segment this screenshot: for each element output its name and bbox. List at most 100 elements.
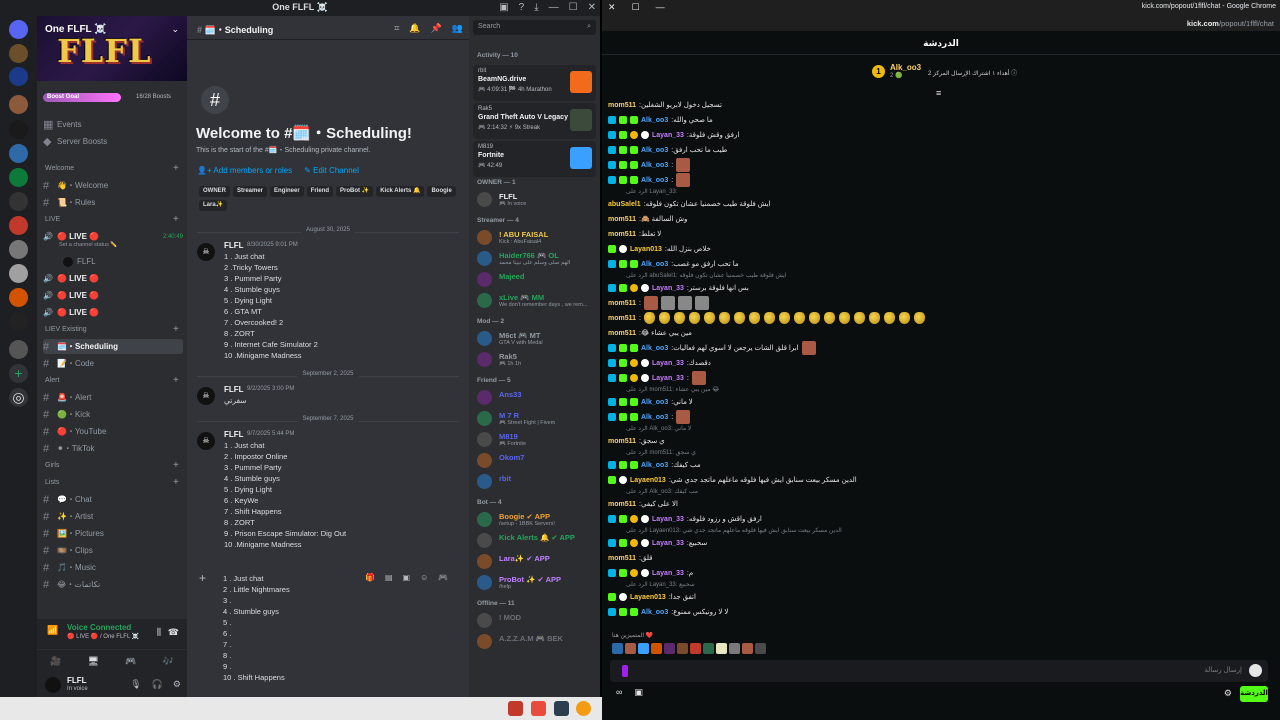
- headphones-icon[interactable]: 🎧: [152, 679, 163, 690]
- chat-username[interactable]: Alk_oo3: [641, 117, 668, 124]
- chat-username[interactable]: Layan_33: [652, 132, 684, 139]
- member-item[interactable]: Okom7: [477, 451, 597, 471]
- server-icon[interactable]: [9, 144, 28, 163]
- server-icon[interactable]: [9, 192, 28, 211]
- category-3[interactable]: LIVE +: [45, 214, 179, 225]
- avatar[interactable]: ☠: [197, 243, 215, 261]
- channel-14[interactable]: # 🟢・Kick: [43, 407, 183, 422]
- supporter-avatar[interactable]: [729, 643, 740, 654]
- member-item[interactable]: Majeed: [477, 270, 597, 290]
- channel-21[interactable]: # 🖼️・Pictures: [43, 526, 183, 541]
- role-tag[interactable]: Lara✨: [199, 200, 228, 211]
- chat-username[interactable]: Layan_33: [652, 360, 684, 367]
- add-channel-icon[interactable]: +: [173, 214, 179, 225]
- chevron-down-icon[interactable]: ⌄: [171, 24, 179, 35]
- chat-username[interactable]: mom511: [608, 300, 636, 307]
- nav-events[interactable]: ▦ Events: [43, 117, 183, 132]
- chat-username[interactable]: mom511: [608, 216, 636, 223]
- channel-16[interactable]: # ⚫・TikTok: [43, 441, 183, 456]
- chat-username[interactable]: Layan013: [630, 246, 662, 253]
- boost-goal[interactable]: Boost Goal 16/28 Boosts: [37, 91, 187, 105]
- server-icon[interactable]: [9, 95, 28, 114]
- maximize-icon[interactable]: ☐: [569, 2, 578, 13]
- supporter-avatar[interactable]: [625, 643, 636, 654]
- disconnect-icon[interactable]: ☎: [168, 627, 179, 638]
- supporter-avatar[interactable]: [638, 643, 649, 654]
- voice-user-5[interactable]: FLFL: [63, 254, 203, 269]
- activity-card[interactable]: rbit BeamNG.drive 🎮 4:09:31 🏁 4h Marathon: [473, 65, 596, 101]
- app-icon[interactable]: [531, 701, 546, 716]
- add-channel-icon[interactable]: +: [173, 163, 179, 174]
- chat-username[interactable]: Alk_oo3: [641, 609, 668, 616]
- member-item[interactable]: xLive 🎮 MM We don't remember days , we re…: [477, 291, 597, 311]
- member-item[interactable]: A.Z.Z.A.M 🎮 BEK: [477, 632, 597, 652]
- channel-19[interactable]: # 💬・Chat: [43, 492, 183, 507]
- chat-username[interactable]: Alk_oo3: [641, 399, 668, 406]
- supporter-avatar[interactable]: [755, 643, 766, 654]
- message-author[interactable]: FLFL: [224, 430, 244, 439]
- voice-channel-6[interactable]: 🔊 🔴 LIVE 🔴: [43, 271, 183, 286]
- channel-11[interactable]: # 📝・Code: [43, 356, 183, 371]
- chat-username[interactable]: mom511: [608, 501, 636, 508]
- server-banner[interactable]: One FLFL ☠️ FLFL ⌄: [37, 16, 187, 81]
- member-item[interactable]: ! MOD: [477, 611, 597, 631]
- channel-2[interactable]: # 📜・Rules: [43, 195, 183, 210]
- supporter-avatar[interactable]: [612, 643, 623, 654]
- search-input[interactable]: Search ⌕: [473, 20, 596, 35]
- voice-channel-8[interactable]: 🔊 🔴 LIVE 🔴: [43, 305, 183, 320]
- close-icon[interactable]: ✕: [608, 2, 616, 13]
- role-tag[interactable]: Engineer: [270, 186, 304, 197]
- role-tag[interactable]: Streamer: [233, 186, 268, 197]
- voice-channel-name[interactable]: 🔴 LIVE 🔴 / One FLFL ☠️: [67, 633, 139, 640]
- address-bar[interactable]: kick.com/popout/1flfl/chat: [602, 16, 1280, 31]
- server-icon[interactable]: [9, 216, 28, 235]
- steam-icon[interactable]: [554, 701, 569, 716]
- member-item[interactable]: Rak5 🎮 1h 1h: [477, 350, 597, 370]
- gift-leaderboard[interactable]: 1 Alk_oo3 2 🟢 أهداء ١ اشتراك الإرسال الم…: [872, 60, 1022, 86]
- chat-username[interactable]: abuSalel1: [608, 201, 641, 208]
- gift-icon[interactable]: ▣: [634, 687, 643, 698]
- channel-24[interactable]: # 😂・نكاتمات: [43, 577, 183, 592]
- bell-icon[interactable]: 🔔: [409, 23, 420, 34]
- supporter-avatar[interactable]: [651, 643, 662, 654]
- chat-username[interactable]: Layan_33: [652, 570, 684, 577]
- server-icon[interactable]: [9, 240, 28, 259]
- emoji-icon[interactable]: ☺: [420, 573, 428, 582]
- server-icon[interactable]: [9, 44, 28, 63]
- supporter-avatar[interactable]: [677, 643, 688, 654]
- chat-username[interactable]: Alk_oo3: [641, 162, 668, 169]
- nav-server-boosts[interactable]: ◆ Server Boosts: [43, 134, 183, 149]
- chat-username[interactable]: Alk_oo3: [641, 177, 668, 184]
- avatar[interactable]: ☠: [197, 432, 215, 450]
- edit-channel-button[interactable]: ✎ Edit Channel: [304, 166, 359, 175]
- member-item[interactable]: M 7 R 🎮 Street Fight | Fivem: [477, 409, 597, 429]
- server-icon[interactable]: [9, 264, 28, 283]
- apps-icon[interactable]: 🎮: [438, 573, 448, 582]
- add-channel-icon[interactable]: +: [173, 477, 179, 488]
- supporter-avatar[interactable]: [703, 643, 714, 654]
- pin-icon[interactable]: 📌: [431, 23, 442, 34]
- chat-username[interactable]: Layan_33: [652, 516, 684, 523]
- voice-channel-7[interactable]: 🔊 🔴 LIVE 🔴: [43, 288, 183, 303]
- member-item[interactable]: Kick Alerts 🔔 ✔ APP: [477, 531, 597, 551]
- sticker-icon[interactable]: ▣: [403, 573, 411, 582]
- message-composer[interactable]: + 1 . Just chat 2 . Little Nightmares 3 . 4…: [197, 569, 467, 693]
- app-icon[interactable]: [508, 701, 523, 716]
- gear-icon[interactable]: ⚙: [1224, 688, 1232, 699]
- server-icon[interactable]: [9, 168, 28, 187]
- add-channel-icon[interactable]: +: [173, 460, 179, 471]
- avatar[interactable]: ☠: [197, 387, 215, 405]
- server-icon[interactable]: [9, 120, 28, 139]
- chat-username[interactable]: mom511: [608, 102, 636, 109]
- composer-text[interactable]: 1 . Just chat 2 . Little Nightmares 3 . 4 .…: [223, 573, 290, 683]
- chat-username[interactable]: Alk_oo3: [641, 345, 668, 352]
- add-server-icon[interactable]: +: [9, 364, 28, 383]
- category-9[interactable]: LIEV Existing +: [45, 324, 179, 335]
- add-channel-icon[interactable]: +: [173, 375, 179, 386]
- infinity-icon[interactable]: ∞: [616, 687, 622, 698]
- message-author[interactable]: FLFL: [224, 241, 244, 250]
- minimize-icon[interactable]: —: [656, 2, 665, 13]
- category-18[interactable]: Lists +: [45, 477, 179, 488]
- add-channel-icon[interactable]: +: [173, 324, 179, 335]
- threads-icon[interactable]: ⌗: [394, 23, 399, 34]
